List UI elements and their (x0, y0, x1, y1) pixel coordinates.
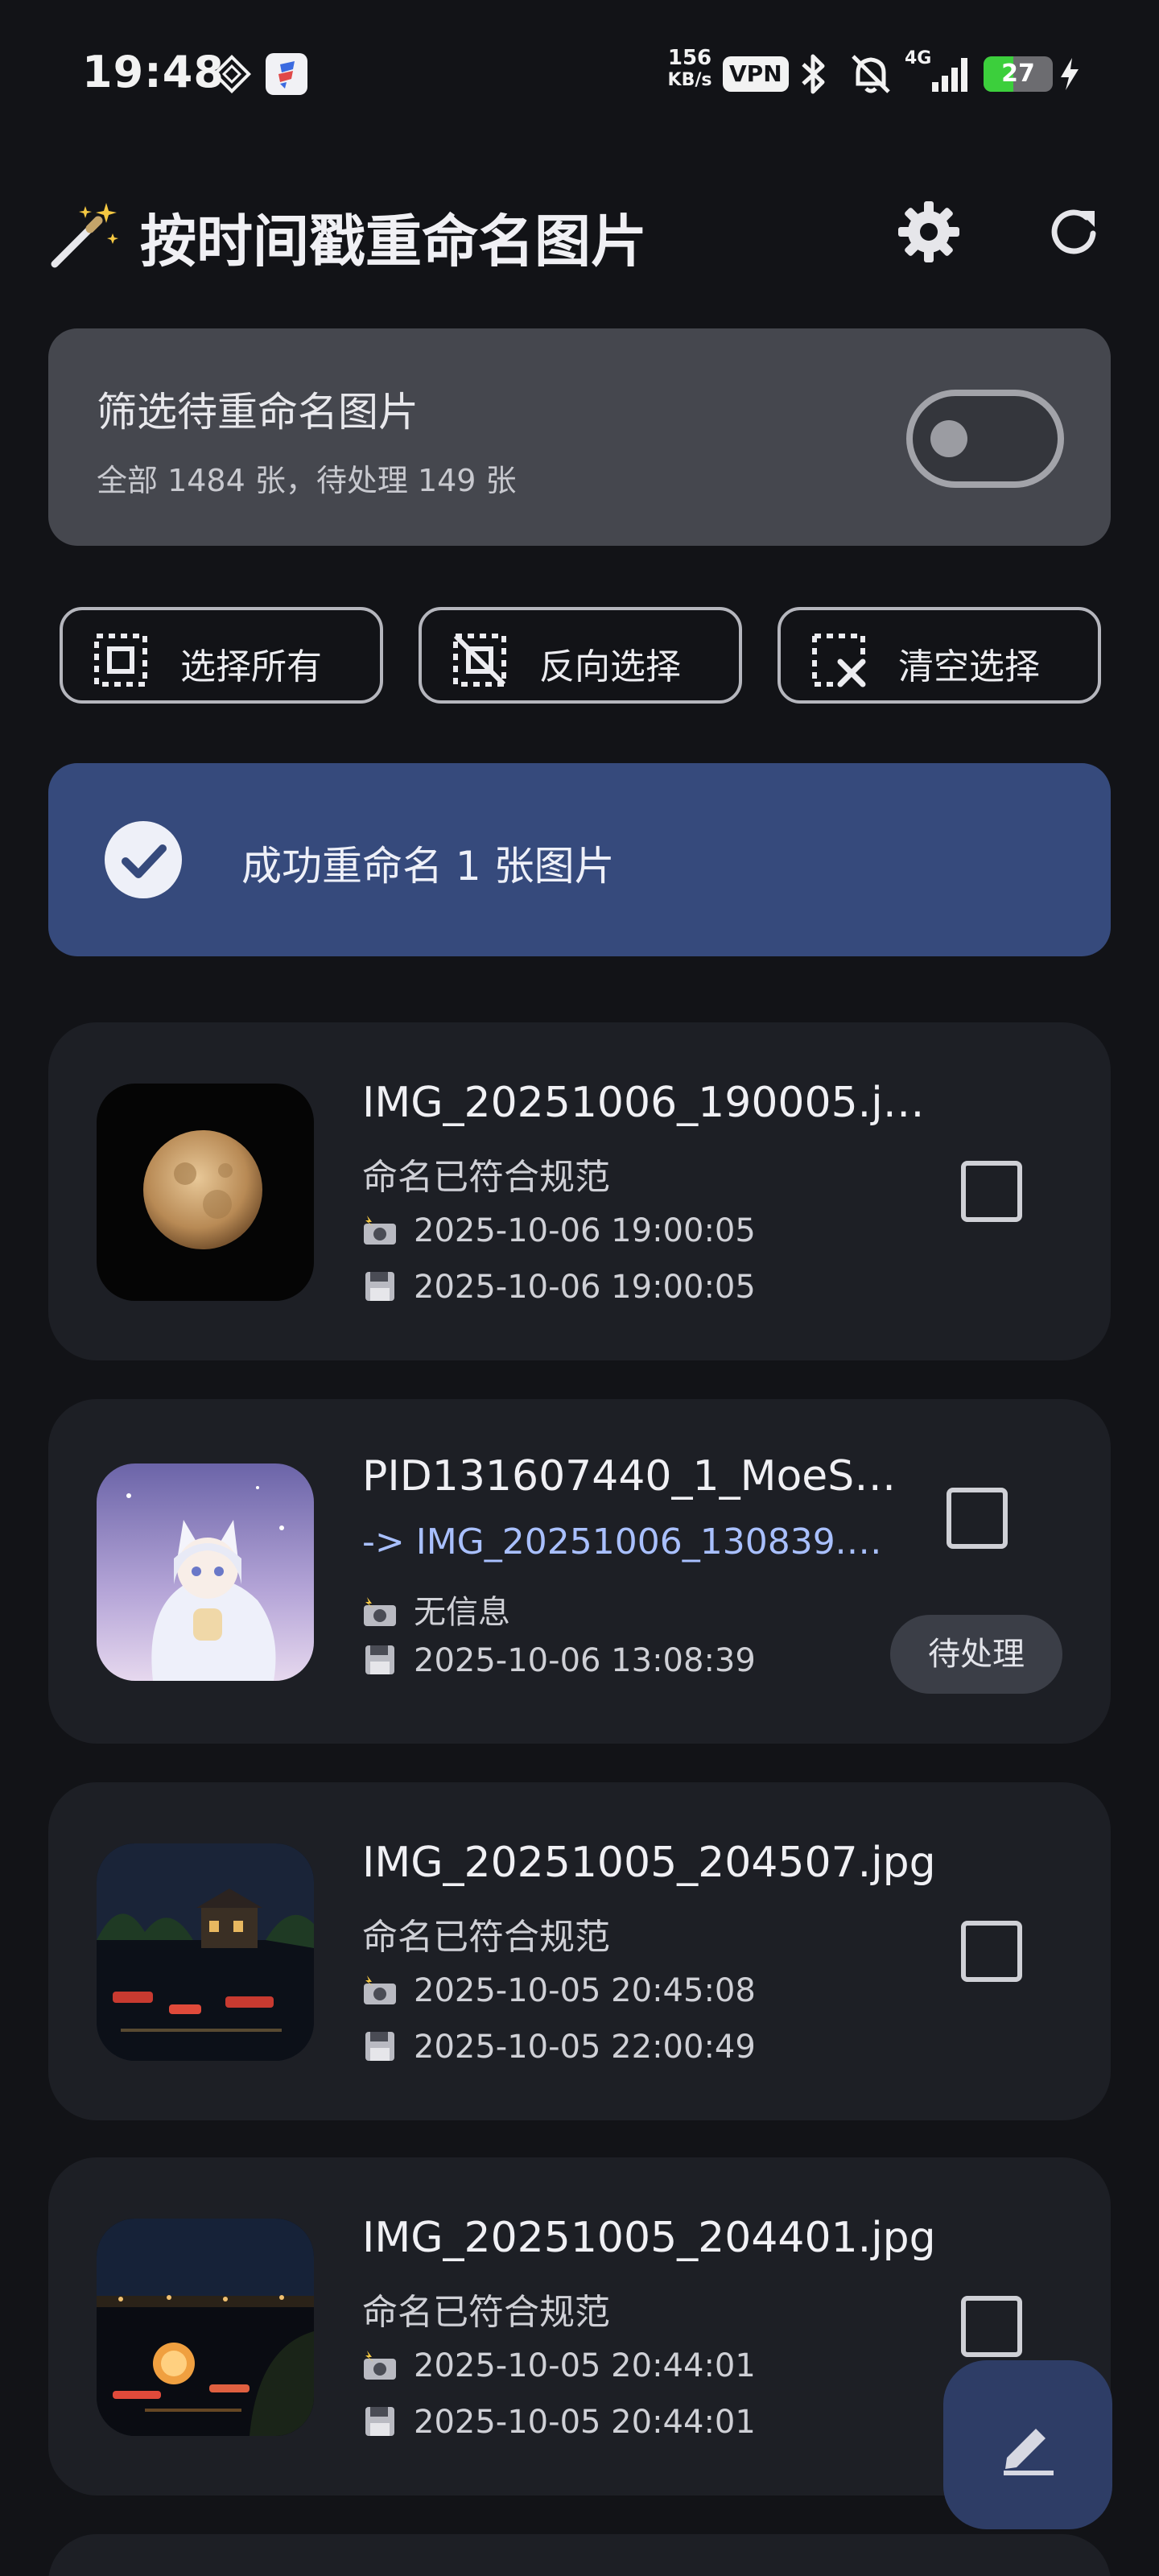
saved-time-row: 2025-10-06 13:08:39 (362, 1642, 756, 1679)
clear-selection-label: 清空选择 (898, 646, 1040, 687)
select-checkbox[interactable] (961, 2296, 1022, 2357)
floppy-disk-icon (365, 2032, 394, 2061)
app-notification-icon (266, 53, 307, 95)
taken-time-row: 2025-10-05 20:45:08 (362, 1972, 756, 2009)
signal-icon (932, 58, 967, 92)
bluetooth-icon (802, 54, 825, 94)
rename-fab-button[interactable] (943, 2360, 1112, 2529)
camera-flash-icon (364, 2351, 396, 2380)
floppy-disk-icon (365, 2407, 394, 2436)
battery-level: 27 (1001, 60, 1035, 88)
network-speed-value: 156 (667, 46, 712, 70)
network-type: 4G (905, 48, 932, 68)
filter-title: 筛选待重命名图片 (97, 389, 419, 436)
image-thumbnail (97, 1463, 314, 1681)
image-card[interactable]: IMG_20251006_190005.j… 命名已符合规范 2025-10-0… (48, 1022, 1111, 1360)
select-all-icon (94, 634, 147, 687)
network-speed: 156 KB/s (662, 47, 718, 92)
rename-status: 命名已符合规范 (362, 1917, 610, 1958)
pending-badge: 待处理 (890, 1615, 1062, 1694)
charging-icon (1061, 58, 1079, 90)
filter-summary: 全部 1484 张，待处理 149 张 (97, 463, 517, 498)
app-screen: 19:48 156 KB/s VPN 4G 27 按时间戳重命名图片 筛选待重命… (0, 0, 1159, 2576)
taken-time-row: 无信息 (362, 1586, 510, 1633)
select-all-label: 选择所有 (180, 646, 322, 687)
file-name: IMG_20251005_204401.jpg (362, 2214, 936, 2262)
select-inverse-button[interactable]: 反向选择 (419, 607, 742, 704)
status-bar: 19:48 156 KB/s VPN 4G 27 (0, 0, 1159, 145)
file-name: IMG_20251005_204507.jpg (362, 1839, 936, 1887)
taken-time: 2025-10-05 20:45:08 (414, 1972, 756, 2009)
floppy-disk-icon (365, 1645, 394, 1674)
status-time: 19:48 (82, 47, 225, 97)
edit-pencil-icon (1004, 2429, 1054, 2475)
file-name: PID131607440_1_MoeS… (362, 1452, 897, 1501)
rename-status: 命名已符合规范 (362, 2292, 610, 2333)
select-checkbox[interactable] (947, 1488, 1008, 1549)
network-speed-unit: KB/s (667, 70, 712, 90)
battery-icon: 27 (984, 56, 1053, 92)
select-inverse-label: 反向选择 (539, 646, 681, 687)
file-name: IMG_20251006_190005.j… (362, 1079, 925, 1127)
filter-card: 筛选待重命名图片 全部 1484 张，待处理 149 张 (48, 328, 1111, 546)
taken-time: 2025-10-06 19:00:05 (414, 1212, 756, 1249)
refresh-icon[interactable] (1043, 201, 1104, 262)
toggle-knob (930, 420, 967, 457)
select-inverse-icon (453, 634, 506, 687)
saved-time: 2025-10-06 19:00:05 (414, 1269, 756, 1306)
vpn-badge: VPN (723, 56, 789, 92)
image-card[interactable]: IMG_20251005_204507.jpg 命名已符合规范 2025-10-… (48, 1782, 1111, 2120)
rename-status: 命名已符合规范 (362, 1157, 610, 1198)
saved-time: 2025-10-05 22:00:49 (414, 2029, 756, 2066)
camera-flash-icon (364, 1216, 396, 1245)
rename-preview: -> IMG_20251006_130839.… (362, 1521, 882, 1563)
saved-time: 2025-10-05 20:44:01 (414, 2404, 756, 2441)
select-checkbox[interactable] (961, 1161, 1022, 1222)
image-thumbnail (97, 2219, 314, 2436)
image-thumbnail (97, 1084, 314, 1301)
taken-time-row: 2025-10-05 20:44:01 (362, 2347, 756, 2384)
saved-time-row: 2025-10-05 20:44:01 (362, 2404, 756, 2441)
camera-flash-icon (364, 1597, 396, 1626)
clear-selection-button[interactable]: 清空选择 (777, 607, 1101, 704)
success-banner: 成功重命名 1 张图片 (48, 763, 1111, 956)
check-circle-icon (105, 821, 182, 898)
taken-time-row: 2025-10-06 19:00:05 (362, 1212, 756, 1249)
location-diamond-icon (212, 55, 251, 93)
image-card-partial[interactable] (48, 2534, 1111, 2576)
saved-time: 2025-10-06 13:08:39 (414, 1642, 756, 1679)
image-card[interactable]: PID131607440_1_MoeS… -> IMG_20251006_130… (48, 1399, 1111, 1744)
page-title: 按时间戳重命名图片 (140, 208, 647, 275)
taken-time: 无信息 (414, 1594, 510, 1631)
camera-flash-icon (364, 1975, 396, 2004)
gear-icon[interactable] (895, 198, 963, 266)
image-thumbnail (97, 1843, 314, 2061)
success-message: 成功重命名 1 张图片 (241, 843, 615, 890)
taken-time: 2025-10-05 20:44:01 (414, 2347, 756, 2384)
floppy-disk-icon (365, 1272, 394, 1301)
magic-wand-icon (51, 203, 118, 268)
bell-muted-icon (852, 55, 890, 93)
saved-time-row: 2025-10-05 22:00:49 (362, 2029, 756, 2066)
clear-selection-icon (812, 634, 866, 687)
select-all-button[interactable]: 选择所有 (60, 607, 383, 704)
filter-toggle[interactable] (906, 390, 1064, 488)
saved-time-row: 2025-10-06 19:00:05 (362, 1269, 756, 1306)
select-checkbox[interactable] (961, 1921, 1022, 1982)
